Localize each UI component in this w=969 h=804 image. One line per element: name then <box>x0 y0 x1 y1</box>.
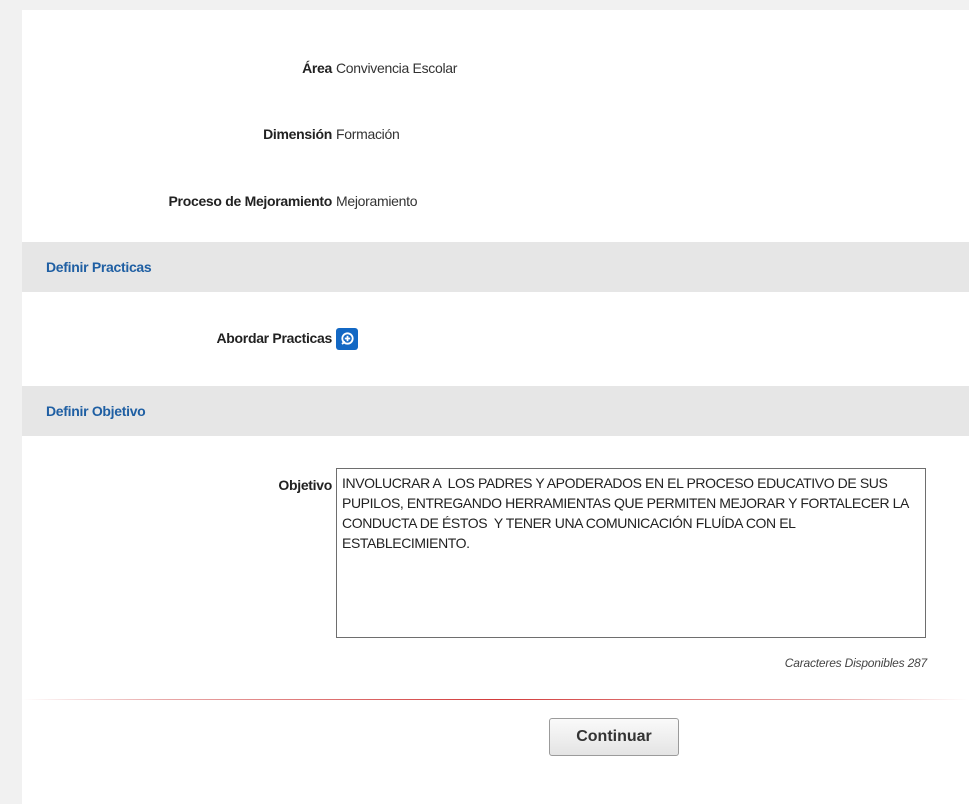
char-count: Caracteres Disponibles 287 <box>784 656 927 670</box>
abordar-label: Abordar Practicas <box>216 330 332 346</box>
area-row: Área Convivencia Escolar <box>22 58 969 94</box>
proceso-label: Proceso de Mejoramiento <box>168 193 333 209</box>
dimension-value: Formación <box>336 126 400 142</box>
proceso-value: Mejoramiento <box>336 193 418 209</box>
dimension-row: Dimensión Formación <box>22 124 969 160</box>
form-page: Área Convivencia Escolar Dimensión Forma… <box>22 10 969 804</box>
divider <box>22 699 969 700</box>
objetivo-textarea[interactable]: INVOLUCRAR A LOS PADRES Y APODERADOS EN … <box>336 468 926 638</box>
section-title-practicas: Definir Practicas <box>46 259 152 275</box>
objetivo-label: Objetivo <box>278 477 332 493</box>
add-practica-button[interactable] <box>336 328 358 350</box>
section-header-practicas: Definir Practicas <box>22 242 969 292</box>
area-label: Área <box>302 60 332 76</box>
section-title-objetivo: Definir Objetivo <box>46 403 146 419</box>
dimension-label: Dimensión <box>263 126 332 142</box>
continue-button[interactable]: Continuar <box>549 718 679 756</box>
section-header-objetivo: Definir Objetivo <box>22 386 969 436</box>
abordar-row: Abordar Practicas <box>22 328 969 364</box>
proceso-row: Proceso de Mejoramiento Mejoramiento <box>22 191 969 227</box>
area-value: Convivencia Escolar <box>336 60 458 76</box>
add-circle-icon <box>341 332 354 345</box>
